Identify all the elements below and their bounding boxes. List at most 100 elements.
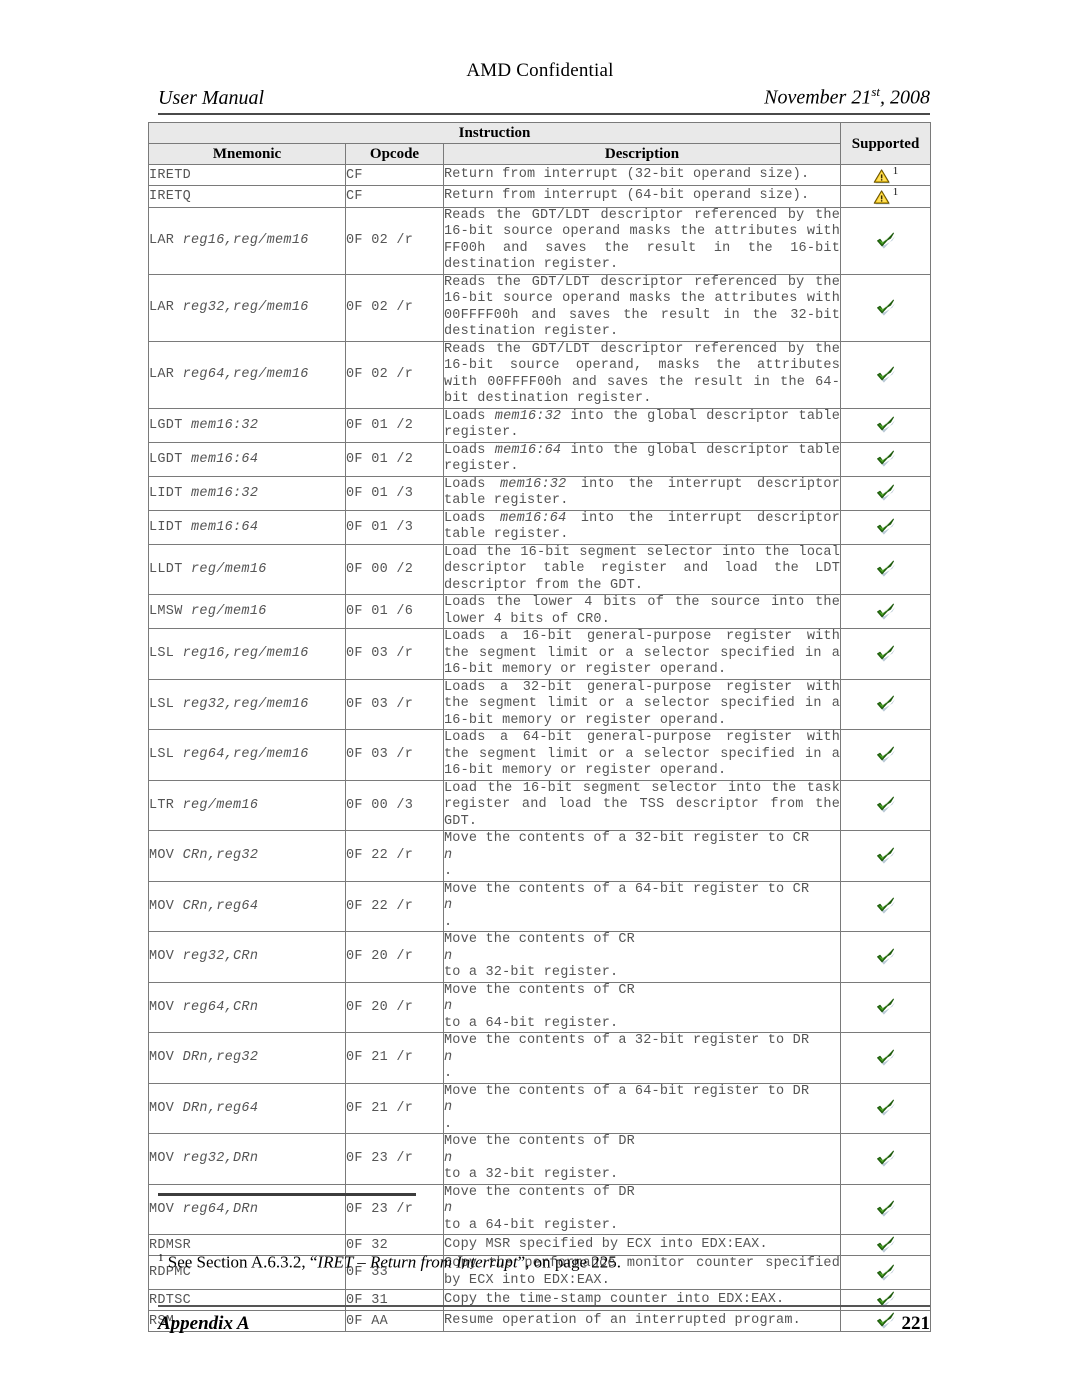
header-mnemonic: Mnemonic [148, 143, 346, 165]
cell-opcode: 0F 02 /r [345, 206, 444, 275]
cell-opcode: CF [345, 163, 444, 187]
cell-opcode: 0F 03 /r [345, 628, 444, 680]
green-check-icon [875, 695, 897, 713]
table-row: LTR reg/mem16 0F 00 /3 Load the 16-bit seg… [148, 779, 932, 832]
table-row: RDTSC 0F 31 Copy the time-stamp counter in… [148, 1289, 932, 1312]
green-check-icon [875, 602, 897, 620]
cell-opcode: 0F 01 /2 [345, 441, 444, 477]
green-check-icon [875, 645, 897, 662]
cell-supported [840, 1183, 932, 1236]
green-check-icon [875, 746, 897, 763]
cell-supported [840, 1082, 932, 1135]
cell-mnemonic: MOV reg64,CRn [148, 981, 346, 1034]
table-row: MOV reg64,CRn 0F 20 /r Move the contents o… [148, 981, 932, 1034]
green-check-icon [875, 365, 897, 383]
table-row: LAR reg16,reg/mem16 0F 02 /r Reads the GDT… [148, 206, 932, 275]
green-check-icon [875, 998, 897, 1016]
cell-opcode: 0F 02 /r [345, 340, 444, 409]
cell-description: Reads the GDT/LDT descriptor referenced … [442, 206, 842, 275]
cell-opcode: 0F 31 [345, 1289, 444, 1312]
cell-description: Loads mem16:64 into the global descripto… [442, 441, 842, 477]
green-check-icon [875, 416, 897, 433]
cell-mnemonic: LSL reg64,reg/mem16 [148, 729, 346, 781]
cell-mnemonic: IRETD [148, 163, 346, 187]
cell-description: Move the contents of DR n to a 32-bit reg… [442, 1133, 842, 1185]
running-header: User Manual November 21st, 2008 [158, 84, 930, 115]
green-check-icon [875, 231, 897, 249]
cell-mnemonic: LIDT mem16:32 [148, 475, 346, 511]
green-check-icon [875, 484, 897, 501]
cell-opcode: 0F 21 /r [345, 1082, 444, 1135]
cell-opcode: 0F 23 /r [345, 1133, 444, 1185]
green-check-icon [875, 450, 897, 467]
header-supported: Supported [840, 122, 932, 165]
cell-supported [840, 475, 932, 511]
cell-mnemonic: IRETQ [148, 185, 346, 208]
table-row: LAR reg32,reg/mem16 0F 02 /r Reads the GDT… [148, 273, 932, 342]
instruction-table: Instruction Supported Mnemonic Opcode De… [147, 122, 932, 1333]
cell-supported [840, 1133, 932, 1185]
cell-supported [840, 441, 932, 477]
cell-mnemonic: LSL reg16,reg/mem16 [148, 628, 346, 680]
cell-description: Move the contents of a 64-bit register t… [442, 1082, 842, 1135]
cell-opcode: 0F 02 /r [345, 273, 444, 342]
table-row: MOV CRn,reg64 0F 22 /r Move the contents o… [148, 880, 932, 933]
cell-opcode: 0F 21 /r [345, 1032, 444, 1084]
table-row: IRETD CF Return from interrupt (32-bit ope… [148, 163, 932, 187]
cell-supported [840, 273, 932, 342]
table-row: LGDT mem16:64 0F 01 /2 Loads mem16:64 into… [148, 441, 932, 477]
header-instruction-group: Instruction [147, 122, 842, 144]
cell-mnemonic: LIDT mem16:64 [148, 509, 346, 545]
cell-mnemonic: LMSW reg/mem16 [148, 594, 346, 630]
cell-supported [840, 678, 932, 731]
green-check-icon [875, 1200, 897, 1218]
table-row: LAR reg64,reg/mem16 0F 02 /r Reads the GDT… [148, 340, 932, 409]
table-row: LSL reg32,reg/mem16 0F 03 /r Loads a 32-bi… [148, 678, 932, 731]
cell-description: Loads a 32-bit general-purpose register … [442, 678, 842, 731]
cell-description: Load the 16-bit segment selector into th… [442, 543, 842, 596]
table-row: IRETQ CF Return from interrupt (64-bit ope… [148, 185, 932, 208]
cell-mnemonic: LAR reg32,reg/mem16 [148, 273, 346, 342]
cell-opcode: CF [345, 185, 444, 208]
cell-description: Return from interrupt (64-bit operand si… [442, 185, 842, 208]
cell-description: Move the contents of a 32-bit register t… [442, 1032, 842, 1084]
warning-triangle-icon: 1 [873, 165, 898, 185]
cell-opcode: 0F 00 /3 [345, 779, 444, 832]
header-doc-type: User Manual [158, 86, 265, 109]
cell-opcode: 0F 20 /r [345, 931, 444, 983]
cell-supported [840, 407, 932, 443]
cell-supported [840, 206, 932, 275]
cell-mnemonic: LSL reg32,reg/mem16 [148, 678, 346, 731]
cell-opcode: 0F 01 /3 [345, 475, 444, 511]
green-check-icon [875, 298, 897, 316]
cell-description: Copy the time-stamp counter into EDX:EAX… [442, 1289, 842, 1312]
cell-mnemonic: MOV DRn,reg32 [148, 1032, 346, 1084]
cell-mnemonic: LLDT reg/mem16 [148, 543, 346, 596]
warning-triangle-icon: 1 [873, 186, 898, 206]
table-row: MOV reg32,DRn 0F 23 /r Move the contents o… [148, 1133, 932, 1185]
cell-description: Load the 16-bit segment selector into th… [442, 779, 842, 832]
footnote-reference-title: IRET – Return from Interrupt [317, 1252, 518, 1272]
cell-supported [840, 543, 932, 596]
table-row: MOV reg32,CRn 0F 20 /r Move the contents o… [148, 931, 932, 983]
green-check-icon [875, 1099, 897, 1117]
cell-description: Loads a 64-bit general-purpose register … [442, 729, 842, 781]
green-check-icon [875, 560, 897, 578]
footnote-suffix: ”, on page 225. [517, 1252, 622, 1272]
cell-supported [840, 509, 932, 545]
green-check-icon [875, 518, 897, 535]
cell-description: Loads mem16:64 into the interrupt descri… [442, 509, 842, 545]
cell-mnemonic: LAR reg16,reg/mem16 [148, 206, 346, 275]
cell-opcode: 0F 00 /2 [345, 543, 444, 596]
cell-description: Move the contents of CR n to a 64-bit reg… [442, 981, 842, 1034]
green-check-icon [875, 948, 897, 965]
table-row: LGDT mem16:32 0F 01 /2 Loads mem16:32 into… [148, 407, 932, 443]
table-body: IRETD CF Return from interrupt (32-bit ope… [148, 163, 932, 1333]
green-check-icon [875, 1049, 897, 1066]
table-row: LLDT reg/mem16 0F 00 /2 Load the 16-bit se… [148, 543, 932, 596]
cell-description: Move the contents of DR n to a 64-bit reg… [442, 1183, 842, 1236]
cell-description: Loads the lower 4 bits of the source int… [442, 594, 842, 630]
cell-supported: 1 [840, 163, 932, 187]
cell-opcode: 0F 22 /r [345, 830, 444, 882]
cell-description: Move the contents of a 64-bit register t… [442, 880, 842, 933]
